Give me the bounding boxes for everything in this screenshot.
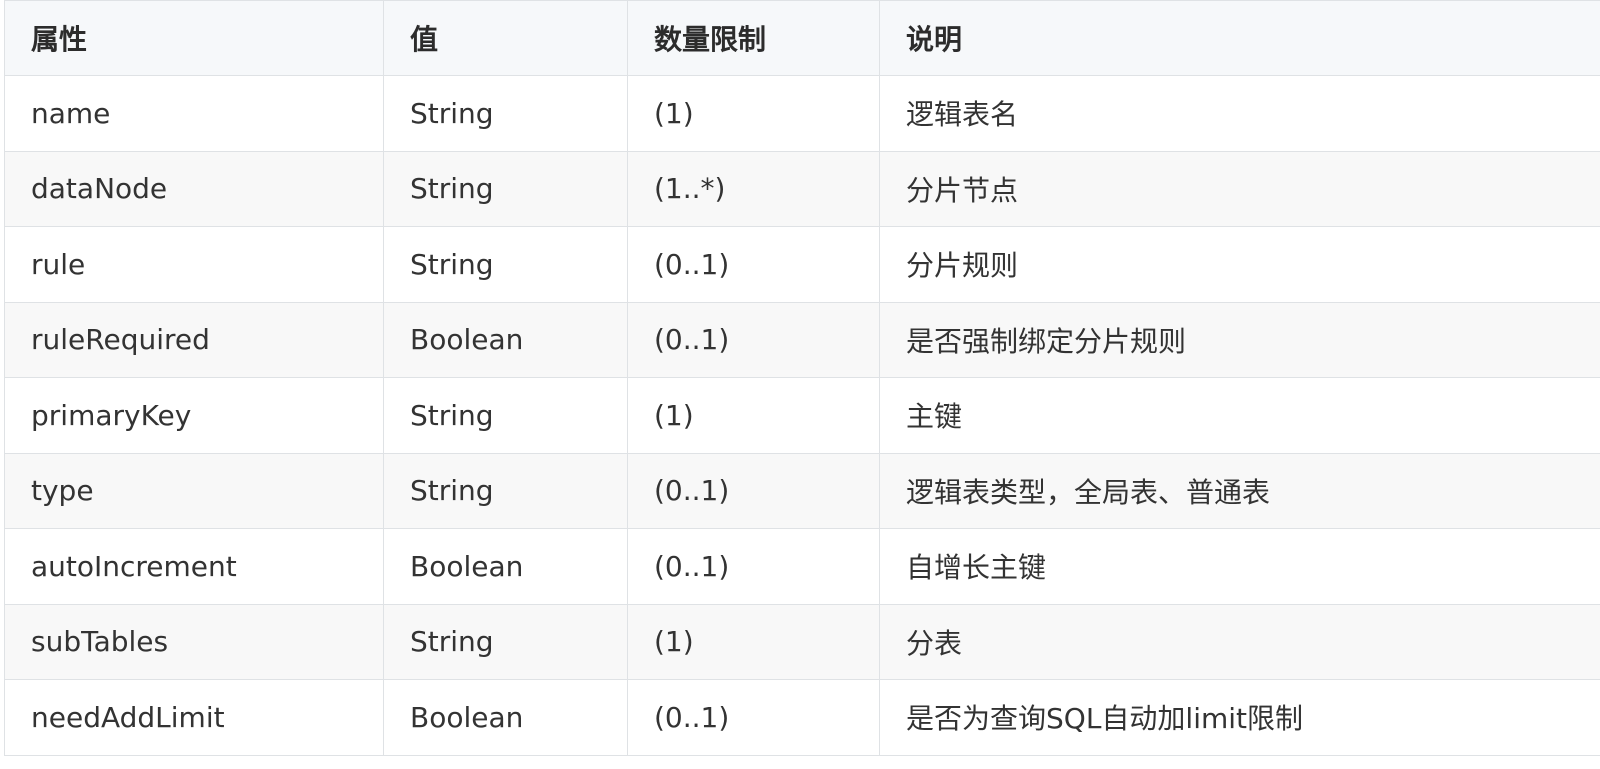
header-cell-value: 值 xyxy=(383,0,628,76)
table-row: ruleRequired Boolean (0..1) 是否强制绑定分片规则 xyxy=(4,301,1600,378)
header-cell-quantity-limit: 数量限制 xyxy=(627,0,880,76)
cell-description: 是否为查询SQL自动加limit限制 xyxy=(879,679,1600,756)
cell-quantity-limit: (0..1) xyxy=(627,528,880,605)
cell-attribute: type xyxy=(4,452,384,529)
properties-table: 属性 值 数量限制 说明 name String (1) 逻辑表名 dataNo… xyxy=(4,0,1600,756)
table-row: primaryKey String (1) 主键 xyxy=(4,377,1600,454)
cell-quantity-limit: (1) xyxy=(627,603,880,680)
table-row: type String (0..1) 逻辑表类型，全局表、普通表 xyxy=(4,452,1600,529)
cell-value: Boolean xyxy=(383,679,628,756)
cell-quantity-limit: (1) xyxy=(627,75,880,152)
table-container: 属性 值 数量限制 说明 name String (1) 逻辑表名 dataNo… xyxy=(4,0,1600,769)
cell-description: 分片节点 xyxy=(879,150,1600,227)
cell-attribute: ruleRequired xyxy=(4,301,384,378)
cell-value: String xyxy=(383,150,628,227)
cell-value: Boolean xyxy=(383,301,628,378)
header-cell-description: 说明 xyxy=(879,0,1600,76)
cell-value: Boolean xyxy=(383,528,628,605)
cell-attribute: needAddLimit xyxy=(4,679,384,756)
cell-quantity-limit: (1) xyxy=(627,377,880,454)
header-cell-attribute: 属性 xyxy=(4,0,384,76)
cell-quantity-limit: (0..1) xyxy=(627,679,880,756)
table-row: subTables String (1) 分表 xyxy=(4,603,1600,680)
cell-attribute: primaryKey xyxy=(4,377,384,454)
cell-value: String xyxy=(383,452,628,529)
cell-attribute: rule xyxy=(4,226,384,303)
cell-attribute: subTables xyxy=(4,603,384,680)
cell-value: String xyxy=(383,603,628,680)
table-body: name String (1) 逻辑表名 dataNode String (1.… xyxy=(4,75,1600,756)
cell-attribute: dataNode xyxy=(4,150,384,227)
cell-quantity-limit: (0..1) xyxy=(627,301,880,378)
cell-quantity-limit: (1..*) xyxy=(627,150,880,227)
cell-description: 主键 xyxy=(879,377,1600,454)
table-row: autoIncrement Boolean (0..1) 自增长主键 xyxy=(4,528,1600,605)
cell-description: 逻辑表名 xyxy=(879,75,1600,152)
cell-attribute: autoIncrement xyxy=(4,528,384,605)
cell-value: String xyxy=(383,226,628,303)
cell-description: 是否强制绑定分片规则 xyxy=(879,301,1600,378)
table-row: name String (1) 逻辑表名 xyxy=(4,75,1600,152)
cell-value: String xyxy=(383,75,628,152)
cell-description: 分片规则 xyxy=(879,226,1600,303)
table-header: 属性 值 数量限制 说明 xyxy=(4,0,1600,76)
cell-quantity-limit: (0..1) xyxy=(627,226,880,303)
cell-attribute: name xyxy=(4,75,384,152)
cell-quantity-limit: (0..1) xyxy=(627,452,880,529)
cell-description: 逻辑表类型，全局表、普通表 xyxy=(879,452,1600,529)
table-row: dataNode String (1..*) 分片节点 xyxy=(4,150,1600,227)
table-row: rule String (0..1) 分片规则 xyxy=(4,226,1600,303)
table-row: needAddLimit Boolean (0..1) 是否为查询SQL自动加l… xyxy=(4,679,1600,756)
cell-description: 分表 xyxy=(879,603,1600,680)
header-row: 属性 值 数量限制 说明 xyxy=(4,0,1600,76)
cell-value: String xyxy=(383,377,628,454)
cell-description: 自增长主键 xyxy=(879,528,1600,605)
